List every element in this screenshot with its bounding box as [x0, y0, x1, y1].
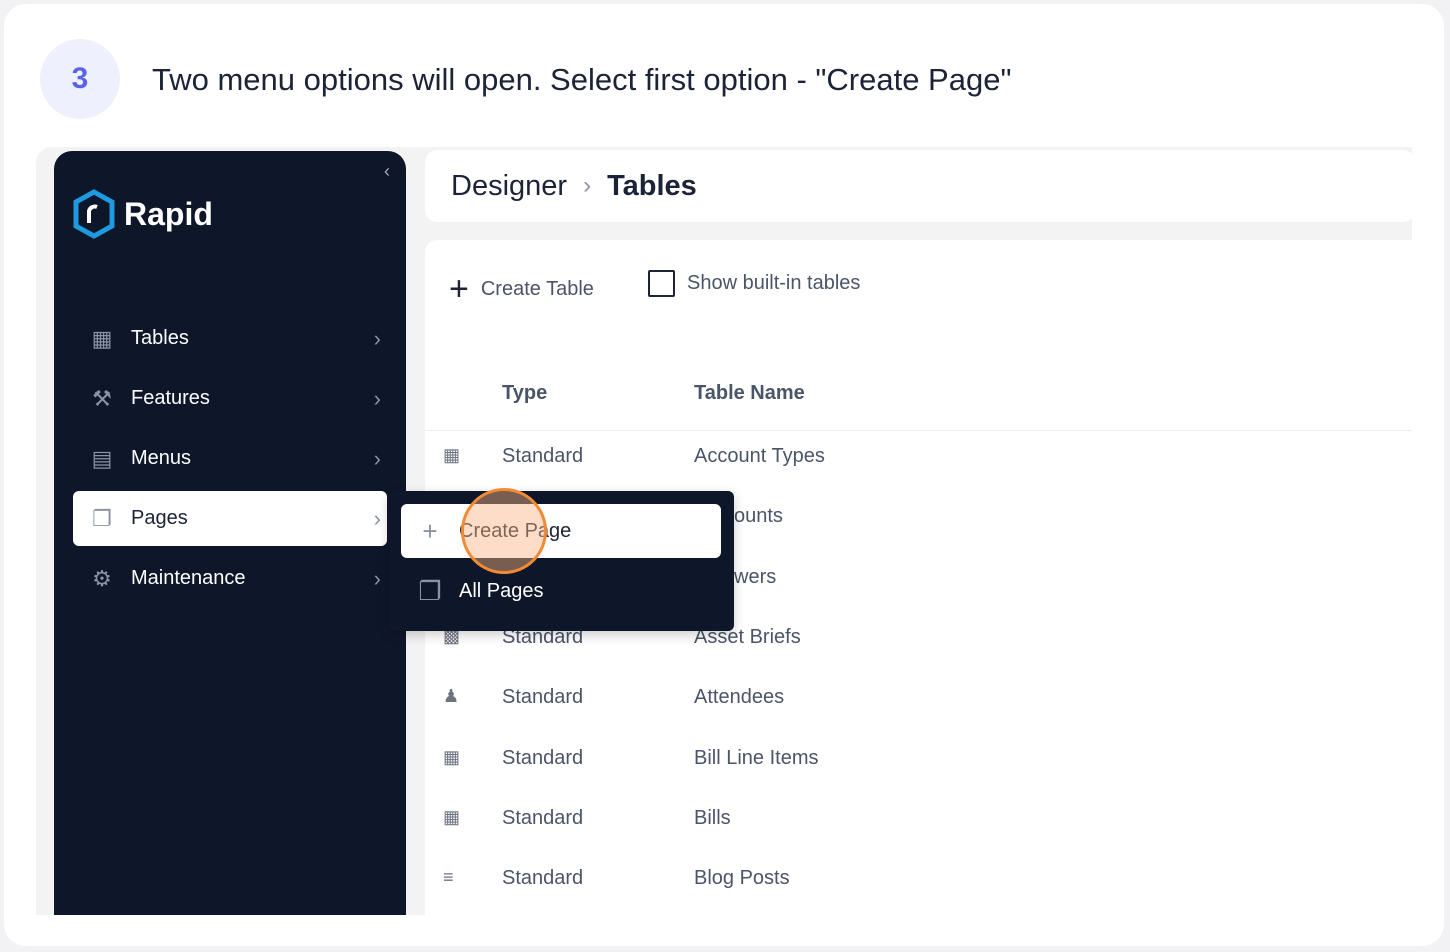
step-instruction: Two menu options will open. Select first…: [152, 62, 1012, 97]
chevron-right-icon: ›: [373, 385, 381, 411]
sidebar-item-label: Tables: [131, 327, 189, 349]
row-type-icon: ▦: [443, 806, 461, 827]
row-type: Standard: [502, 445, 584, 467]
sidebar-item-label: Menus: [131, 447, 192, 469]
row-type: Standard: [502, 746, 584, 769]
breadcrumb-parent[interactable]: Designer: [451, 170, 567, 203]
table-row[interactable]: ▦ Standard Bill Line Items: [425, 747, 1412, 807]
row-table-name: Attendees: [694, 686, 785, 709]
menu-item-all-pages[interactable]: ❐ All Pages: [401, 564, 721, 618]
plus-icon: +: [422, 515, 438, 546]
menu-list-icon: ▤: [91, 445, 113, 471]
menu-item-label: All Pages: [459, 579, 544, 602]
column-header-type[interactable]: Type: [502, 382, 547, 405]
table-icon: ▦: [91, 325, 113, 351]
sidebar-item-label: Pages: [131, 507, 188, 529]
row-type-icon: ▦: [443, 746, 461, 767]
row-type-icon: ▦: [443, 445, 461, 465]
sidebar: ‹ Rapid ▦ Tables › ⚒ Features › ▤ Menus › ❐ Pag…: [54, 151, 406, 915]
pages-popup-menu: + Create Page ❐ All Pages: [389, 491, 734, 631]
logo-text: Rapid: [124, 195, 213, 232]
plus-icon: +: [449, 270, 469, 308]
chevron-right-icon: ›: [373, 505, 381, 531]
tools-icon: ⚙: [92, 565, 112, 591]
pages-icon: ❐: [92, 505, 112, 531]
row-table-name: Bill Line Items: [694, 746, 819, 769]
row-type: Standard: [502, 867, 584, 890]
row-type-icon: ♟: [443, 686, 460, 707]
divider: [425, 430, 1412, 431]
chevron-right-icon: ›: [373, 325, 381, 351]
show-builtin-checkbox[interactable]: Show built-in tables: [648, 270, 860, 297]
sidebar-item-tables[interactable]: ▦ Tables ›: [73, 311, 387, 366]
robot-arm-icon: ⚒: [92, 385, 112, 411]
row-table-name: ounts: [734, 505, 783, 528]
sidebar-item-label: Features: [131, 387, 210, 409]
row-table-name: Blog Posts: [694, 867, 790, 890]
sidebar-item-pages[interactable]: ❐ Pages ›: [73, 491, 387, 546]
chevron-right-icon: ›: [373, 565, 381, 591]
table-row[interactable]: ♟ Standard Attendees: [425, 686, 1412, 746]
table-row[interactable]: ≡ Standard Blog Posts: [425, 867, 1412, 915]
click-highlight: [461, 488, 547, 574]
sidebar-item-features[interactable]: ⚒ Features ›: [73, 371, 387, 426]
create-table-label: Create Table: [480, 278, 594, 300]
row-table-name: Account Types: [694, 445, 825, 467]
table-row[interactable]: ▩ Standard Asset Briefs: [425, 626, 1412, 686]
show-builtin-label: Show built-in tables: [687, 272, 861, 294]
row-table-name: Bills: [694, 806, 731, 829]
row-type: Standard: [502, 686, 584, 709]
chevron-right-icon: ›: [373, 445, 381, 471]
column-header-name[interactable]: Table Name: [694, 382, 805, 405]
sidebar-item-label: Maintenance: [131, 567, 246, 589]
logo: Rapid: [72, 189, 213, 239]
collapse-chevron-icon[interactable]: ‹: [384, 161, 390, 182]
row-type-icon: ≡: [443, 867, 454, 888]
row-type: Standard: [502, 806, 584, 829]
menu-item-create-page[interactable]: + Create Page: [401, 504, 721, 558]
rapid-logo-icon: [73, 189, 115, 239]
table-row[interactable]: ▦ Standard Bills: [425, 807, 1412, 867]
chevron-right-icon: ›: [583, 172, 592, 199]
step-badge: 3: [40, 39, 120, 119]
row-table-name: wers: [734, 565, 777, 588]
sidebar-item-menus[interactable]: ▤ Menus ›: [73, 431, 387, 486]
breadcrumb: Designer › Tables: [425, 150, 1412, 222]
pages-icon: ❐: [418, 575, 442, 606]
page-title: Tables: [607, 169, 697, 202]
create-table-button[interactable]: + Create Table: [449, 270, 594, 309]
sidebar-item-maintenance[interactable]: ⚙ Maintenance ›: [73, 551, 387, 606]
checkbox[interactable]: [648, 270, 675, 297]
